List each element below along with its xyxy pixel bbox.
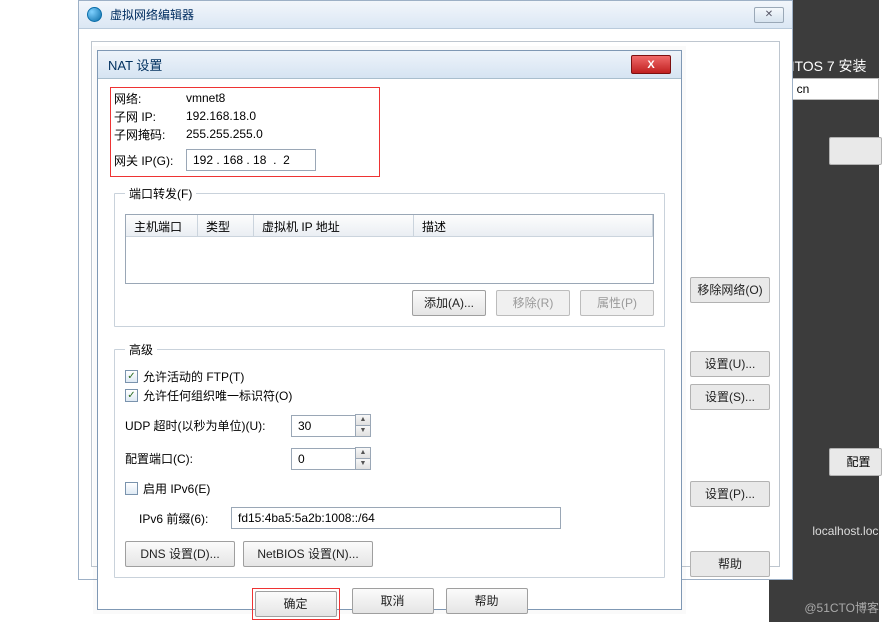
subnet-mask-label: 子网掩码: bbox=[114, 126, 186, 143]
cancel-button[interactable]: 取消 bbox=[352, 588, 434, 614]
gateway-row: 网关 IP(G): bbox=[114, 149, 665, 171]
subnet-ip-label: 子网 IP: bbox=[114, 108, 186, 125]
port-forward-fieldset: 端口转发(F) 主机端口 类型 虚拟机 IP 地址 描述 添加(A)... 移除… bbox=[114, 185, 665, 327]
col-desc: 描述 bbox=[414, 215, 653, 236]
dialog-title-text: NAT 设置 bbox=[108, 55, 631, 74]
dns-settings-button[interactable]: DNS 设置(D)... bbox=[125, 541, 235, 567]
spin-down-icon[interactable]: ▼ bbox=[355, 425, 371, 437]
config-port-input[interactable] bbox=[291, 448, 355, 470]
parent-close-button[interactable]: ✕ bbox=[754, 7, 784, 23]
network-value: vmnet8 bbox=[186, 91, 225, 105]
parent-titlebar: 虚拟网络编辑器 ✕ bbox=[79, 1, 792, 29]
gateway-label: 网关 IP(G): bbox=[114, 152, 186, 169]
dialog-close-button[interactable]: X bbox=[631, 55, 671, 74]
ipv6-checkbox-row[interactable]: ✓ 启用 IPv6(E) bbox=[125, 480, 654, 497]
subnet-ip-row: 子网 IP: 192.168.18.0 bbox=[114, 107, 665, 125]
ftp-checkbox-label: 允许活动的 FTP(T) bbox=[143, 368, 244, 385]
ipv6-prefix-row: IPv6 前缀(6): bbox=[139, 507, 654, 529]
parent-help-button[interactable]: 帮助 bbox=[690, 551, 770, 577]
lang-code: cn bbox=[797, 82, 810, 96]
subnet-mask-row: 子网掩码: 255.255.255.0 bbox=[114, 125, 665, 143]
network-row: 网络: vmnet8 bbox=[114, 89, 665, 107]
globe-icon bbox=[87, 7, 102, 22]
spin-up-icon[interactable]: ▲ bbox=[355, 414, 371, 425]
config-port-row: 配置端口(C): ▲ ▼ bbox=[125, 447, 654, 470]
dialog-body: 网络: vmnet8 子网 IP: 192.168.18.0 子网掩码: 255… bbox=[98, 79, 681, 628]
spin-up-icon[interactable]: ▲ bbox=[355, 447, 371, 458]
help-button[interactable]: 帮助 bbox=[446, 588, 528, 614]
parent-title-text: 虚拟网络编辑器 bbox=[110, 6, 754, 23]
checkbox-icon[interactable]: ✓ bbox=[125, 370, 138, 383]
checkbox-icon[interactable]: ✓ bbox=[125, 482, 138, 495]
port-forward-list[interactable]: 主机端口 类型 虚拟机 IP 地址 描述 bbox=[125, 214, 654, 284]
col-type: 类型 bbox=[198, 215, 254, 236]
ok-button[interactable]: 确定 bbox=[255, 591, 337, 617]
ipv6-prefix-input[interactable] bbox=[231, 507, 561, 529]
hostname-value: localhost.loc bbox=[812, 524, 878, 538]
udp-timeout-stepper[interactable]: ▲ ▼ bbox=[291, 414, 371, 437]
org-checkbox-label: 允许任何组织唯一标识符(O) bbox=[143, 387, 292, 404]
udp-timeout-row: UDP 超时(以秒为单位)(U): ▲ ▼ bbox=[125, 414, 654, 437]
udp-timeout-input[interactable] bbox=[291, 415, 355, 437]
ipv6-checkbox-label: 启用 IPv6(E) bbox=[143, 480, 210, 497]
subnet-ip-value: 192.168.18.0 bbox=[186, 109, 256, 123]
spin-down-icon[interactable]: ▼ bbox=[355, 458, 371, 470]
advanced-legend: 高级 bbox=[125, 341, 157, 358]
udp-timeout-label: UDP 超时(以秒为单位)(U): bbox=[125, 417, 285, 434]
gateway-input[interactable] bbox=[186, 149, 316, 171]
network-label: 网络: bbox=[114, 90, 186, 107]
org-checkbox-row[interactable]: ✓ 允许任何组织唯一标识符(O) bbox=[125, 387, 654, 404]
ipv6-prefix-label: IPv6 前缀(6): bbox=[139, 510, 225, 527]
config-port-stepper[interactable]: ▲ ▼ bbox=[291, 447, 371, 470]
ftp-checkbox-row[interactable]: ✓ 允许活动的 FTP(T) bbox=[125, 368, 654, 385]
list-header: 主机端口 类型 虚拟机 IP 地址 描述 bbox=[126, 215, 653, 237]
settings-s-button[interactable]: 设置(S)... bbox=[690, 384, 770, 410]
settings-u-button[interactable]: 设置(U)... bbox=[690, 351, 770, 377]
dialog-footer: 确定 取消 帮助 bbox=[114, 588, 665, 620]
port-forward-buttons: 添加(A)... 移除(R) 属性(P) bbox=[125, 290, 654, 316]
remove-network-button[interactable]: 移除网络(O) bbox=[690, 277, 770, 303]
config-port-label: 配置端口(C): bbox=[125, 450, 285, 467]
col-host-port: 主机端口 bbox=[126, 215, 198, 236]
netbios-settings-button[interactable]: NetBIOS 设置(N)... bbox=[243, 541, 373, 567]
port-forward-legend: 端口转发(F) bbox=[125, 185, 196, 202]
pf-remove-button: 移除(R) bbox=[496, 290, 570, 316]
subnet-mask-value: 255.255.255.0 bbox=[186, 127, 263, 141]
nat-settings-dialog: NAT 设置 X 网络: vmnet8 子网 IP: 192.168.18.0 … bbox=[97, 50, 682, 610]
advanced-fieldset: 高级 ✓ 允许活动的 FTP(T) ✓ 允许任何组织唯一标识符(O) UDP 超… bbox=[114, 341, 665, 578]
close-icon: X bbox=[647, 59, 654, 71]
config-button[interactable]: 配置 bbox=[829, 448, 882, 476]
pf-props-button: 属性(P) bbox=[580, 290, 654, 316]
close-icon: ✕ bbox=[765, 9, 773, 20]
dialog-titlebar: NAT 设置 X bbox=[98, 51, 681, 79]
watermark: @51CTO博客 bbox=[804, 599, 879, 616]
bg-btn-generic[interactable] bbox=[829, 137, 882, 165]
col-vm-ip: 虚拟机 IP 地址 bbox=[254, 215, 414, 236]
pf-add-button[interactable]: 添加(A)... bbox=[412, 290, 486, 316]
advanced-buttons: DNS 设置(D)... NetBIOS 设置(N)... bbox=[125, 541, 654, 567]
highlight-box-2: 确定 bbox=[252, 588, 340, 620]
settings-p-button[interactable]: 设置(P)... bbox=[690, 481, 770, 507]
checkbox-icon[interactable]: ✓ bbox=[125, 389, 138, 402]
